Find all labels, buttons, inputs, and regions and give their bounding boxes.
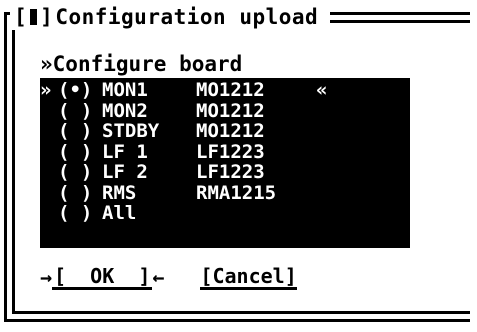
radio-button[interactable]: ( ) (58, 162, 102, 183)
board-version: RMA1215 (196, 181, 277, 204)
ok-button[interactable]: [ OK ] (52, 264, 153, 290)
board-row-lf1[interactable]: ( ) LF 1 LF1223 (40, 140, 410, 163)
board-row-mon2[interactable]: ( ) MON2 MO1212 (40, 99, 410, 122)
board-version: MO1212 (196, 79, 265, 101)
radio-button[interactable]: ( ) (58, 121, 102, 142)
focus-arrow-left: → (40, 265, 53, 289)
dialog-title: Configuration upload (55, 5, 319, 29)
row-cursor (40, 142, 58, 163)
radio-button-selected[interactable]: (•) (58, 80, 102, 101)
radio-button[interactable]: ( ) (58, 203, 102, 224)
close-button[interactable]: [] (14, 5, 53, 29)
radio-button[interactable]: ( ) (58, 100, 102, 122)
row-cursor (40, 183, 58, 204)
focus-arrow-right: ← (152, 265, 165, 289)
configuration-upload-dialog: [] Configuration upload »Configure board … (0, 0, 477, 332)
board-row-mon1[interactable]: » (•) MON1 MO1212 « (40, 80, 410, 101)
board-name: MON1 (102, 79, 148, 101)
row-cursor (40, 162, 58, 183)
board-name: All (102, 202, 137, 224)
board-version (196, 203, 316, 224)
radio-button[interactable]: ( ) (58, 182, 102, 204)
close-bracket-right: ] (40, 5, 54, 29)
board-row-lf2[interactable]: ( ) LF 2 LF1223 (40, 162, 410, 183)
board-name: STDBY (102, 120, 160, 142)
board-name: RMS (102, 181, 137, 204)
row-cursor (40, 203, 58, 224)
board-version: MO1212 (196, 99, 265, 122)
close-bracket-left: [ (14, 5, 28, 29)
cancel-button[interactable]: [Cancel] (200, 264, 297, 290)
board-name: LF 2 (102, 161, 148, 183)
row-cursor: » (40, 79, 52, 101)
radio-button[interactable]: ( ) (58, 141, 102, 163)
board-row-rms[interactable]: ( ) RMS RMA1215 (40, 181, 410, 204)
row-cursor (40, 121, 58, 142)
configure-board-header: »Configure board (40, 52, 242, 76)
board-name: MON2 (102, 99, 148, 122)
board-name: LF 1 (102, 140, 148, 163)
board-version: LF1223 (196, 140, 265, 163)
board-version: MO1212 (196, 120, 265, 142)
board-version: LF1223 (196, 161, 265, 183)
selected-marker: « (316, 79, 328, 101)
dialog-title-bar: [] Configuration upload (10, 4, 331, 30)
button-row: →[ OK ] ← [Cancel] (40, 262, 297, 292)
row-cursor (40, 101, 58, 122)
board-list[interactable]: » (•) MON1 MO1212 « ( ) MON2 MO1212 ( ) … (40, 78, 410, 248)
board-row-stdby[interactable]: ( ) STDBY MO1212 (40, 121, 410, 142)
header-marker: » (40, 52, 53, 76)
board-row-all[interactable]: ( ) All (40, 203, 410, 224)
header-label: Configure board (52, 52, 243, 76)
close-icon (30, 9, 38, 25)
